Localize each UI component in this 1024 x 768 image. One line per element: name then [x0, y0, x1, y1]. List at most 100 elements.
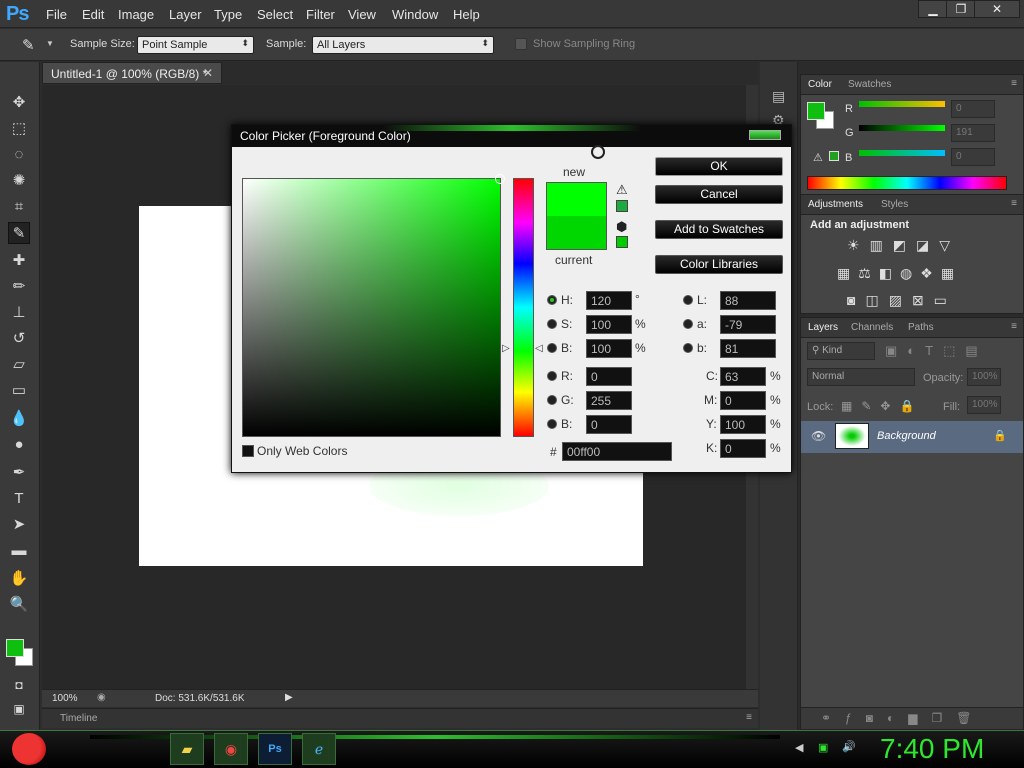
zoom-tool-icon[interactable]: 🔍: [8, 594, 30, 616]
panel-menu-icon[interactable]: ≡: [1011, 78, 1017, 89]
g-slider[interactable]: [859, 125, 945, 131]
gradient-tool-icon[interactable]: ▭: [8, 380, 30, 402]
ie-icon[interactable]: ℯ: [302, 733, 336, 765]
black-white-icon[interactable]: ◧: [879, 265, 900, 281]
gamut-warning-icon[interactable]: ⚠: [616, 182, 628, 198]
panel-menu-icon[interactable]: ≡: [1011, 321, 1017, 332]
photo-filter-icon[interactable]: ◍: [900, 265, 920, 281]
layer-name[interactable]: Background: [877, 430, 936, 442]
gamut-swatch[interactable]: [829, 151, 839, 161]
a-input[interactable]: -79: [720, 315, 776, 334]
s-input[interactable]: 100: [586, 315, 632, 334]
layer-filter-kind[interactable]: ⚲ Kind: [807, 342, 875, 360]
restore-button[interactable]: ❐: [946, 0, 976, 18]
clock[interactable]: 7:40 PM: [880, 733, 984, 765]
y-input[interactable]: 100: [720, 415, 766, 434]
photoshop-icon[interactable]: Ps: [258, 733, 292, 765]
hue-slider-left-arrow-icon[interactable]: ▷: [502, 343, 510, 354]
menu-filter[interactable]: Filter: [306, 7, 335, 22]
status-menu-arrow-icon[interactable]: ▶: [285, 692, 293, 703]
brightness-radio[interactable]: [547, 343, 557, 353]
blur-tool-icon[interactable]: 💧: [8, 408, 30, 430]
channel-mixer-icon[interactable]: ❖: [920, 265, 941, 281]
zoom-level[interactable]: 100%: [52, 693, 78, 704]
foreground-color-swatch[interactable]: [6, 639, 24, 657]
layer-row-background[interactable]: 👁 Background 🔒: [801, 421, 1023, 453]
lab-b-input[interactable]: 81: [720, 339, 776, 358]
menu-edit[interactable]: Edit: [82, 7, 104, 22]
healing-brush-tool-icon[interactable]: ✚: [8, 250, 30, 272]
cancel-button[interactable]: Cancel: [655, 185, 783, 204]
exposure-icon[interactable]: ◪: [916, 237, 939, 253]
color-spectrum-ramp[interactable]: [807, 176, 1007, 190]
close-tab-icon[interactable]: ✕: [203, 66, 213, 80]
gradient-map-icon[interactable]: ▭: [934, 292, 957, 308]
gamut-correction-swatch[interactable]: [616, 200, 628, 212]
color-libraries-button[interactable]: Color Libraries: [655, 255, 783, 274]
history-brush-tool-icon[interactable]: ↺: [8, 328, 30, 350]
b-slider[interactable]: [859, 150, 945, 156]
opacity-input[interactable]: 100%: [967, 368, 1001, 386]
r-slider[interactable]: [859, 101, 945, 107]
h-radio[interactable]: [547, 295, 557, 305]
chrome-icon[interactable]: ◉: [214, 733, 248, 765]
g-radio[interactable]: [547, 395, 557, 405]
quick-select-tool-icon[interactable]: ✺: [8, 170, 30, 192]
dialog-close-button[interactable]: [749, 130, 781, 140]
current-color-swatch[interactable]: [546, 216, 607, 250]
minimize-button[interactable]: ▁: [918, 0, 948, 18]
m-input[interactable]: 0: [720, 391, 766, 410]
h-input[interactable]: 120: [586, 291, 632, 310]
dialog-titlebar[interactable]: Color Picker (Foreground Color): [232, 125, 791, 147]
panel-menu-icon[interactable]: ≡: [1011, 198, 1017, 209]
levels-icon[interactable]: ▥: [870, 237, 893, 253]
shape-tool-icon[interactable]: ▬: [8, 540, 30, 562]
c-input[interactable]: 63: [720, 367, 766, 386]
b-input[interactable]: 0: [951, 148, 995, 166]
document-tab[interactable]: Untitled-1 @ 100% (RGB/8) * ✕: [42, 62, 222, 84]
visibility-eye-icon[interactable]: 👁: [811, 429, 826, 443]
panel-menu-icon[interactable]: ≡: [746, 712, 752, 723]
pen-tool-icon[interactable]: ✒: [8, 462, 30, 484]
history-panel-icon[interactable]: ▤: [772, 88, 785, 105]
g-input[interactable]: 191: [951, 124, 995, 142]
volume-icon[interactable]: 🔊: [842, 740, 856, 753]
fill-input[interactable]: 100%: [967, 396, 1001, 414]
menu-window[interactable]: Window: [392, 7, 438, 22]
hue-slider-right-arrow-icon[interactable]: ◁: [535, 343, 543, 354]
posterize-icon[interactable]: ◫: [865, 292, 888, 308]
l-input[interactable]: 88: [720, 291, 776, 310]
dodge-tool-icon[interactable]: ●: [8, 434, 30, 456]
vibrance-icon[interactable]: ▽: [939, 237, 960, 253]
k-input[interactable]: 0: [720, 439, 766, 458]
tool-preset-chevron-icon[interactable]: ▼: [46, 39, 54, 48]
menu-select[interactable]: Select: [257, 7, 293, 22]
gamut-warning-icon[interactable]: ⚠: [813, 151, 823, 164]
hex-input[interactable]: 00ff00: [562, 442, 672, 461]
start-button[interactable]: [12, 733, 46, 765]
brightness-icon[interactable]: ☀: [847, 237, 870, 253]
layer-filter-icons[interactable]: ▣◐T⬚▤: [885, 343, 988, 359]
s-radio[interactable]: [547, 319, 557, 329]
timeline-label[interactable]: Timeline: [60, 713, 97, 724]
add-to-swatches-button[interactable]: Add to Swatches: [655, 220, 783, 239]
quick-mask-icon[interactable]: ◘: [8, 674, 30, 696]
status-info-icon[interactable]: ◉: [97, 692, 106, 703]
sample-size-select[interactable]: Point Sample ⬍: [137, 36, 254, 54]
menu-help[interactable]: Help: [453, 7, 480, 22]
sample-select[interactable]: All Layers ⬍: [312, 36, 494, 54]
tab-adjustments[interactable]: Adjustments: [808, 199, 863, 210]
brightness-input[interactable]: 100: [586, 339, 632, 358]
tab-channels[interactable]: Channels: [851, 322, 893, 333]
a-radio[interactable]: [683, 319, 693, 329]
sampling-ring-checkbox[interactable]: [515, 38, 527, 50]
tray-arrow-icon[interactable]: ◀: [795, 741, 803, 754]
type-tool-icon[interactable]: T: [8, 488, 30, 510]
close-button[interactable]: ✕: [974, 0, 1020, 18]
eyedropper-icon[interactable]: ✎: [22, 36, 35, 54]
brush-tool-icon[interactable]: ✏: [8, 276, 30, 298]
folder-icon[interactable]: ▰: [170, 733, 204, 765]
tab-styles[interactable]: Styles: [881, 199, 908, 210]
menu-file[interactable]: File: [46, 7, 67, 22]
menu-view[interactable]: View: [348, 7, 376, 22]
